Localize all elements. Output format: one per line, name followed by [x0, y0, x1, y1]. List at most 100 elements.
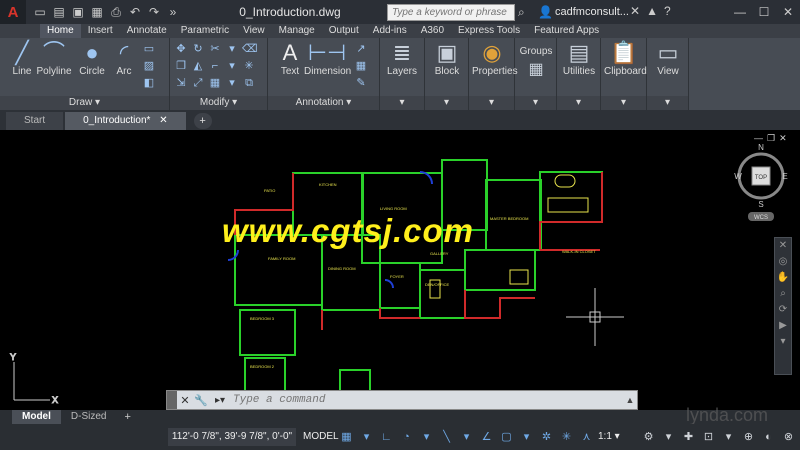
isolate-objects-icon[interactable]: ◐ — [760, 428, 777, 446]
tab-output[interactable]: Output — [322, 24, 366, 38]
new-icon[interactable]: ▭ — [32, 4, 48, 20]
showmotion-icon[interactable]: ▶ — [775, 318, 791, 334]
command-input[interactable] — [231, 392, 623, 408]
utilities-dropdown-icon[interactable]: ▾ — [557, 96, 600, 110]
help-icon[interactable]: ? — [664, 4, 671, 18]
tab-current-drawing[interactable]: 0_Introduction* ✕ — [65, 112, 186, 130]
binoculars-icon[interactable]: ⌕ — [518, 5, 525, 20]
save-icon[interactable]: ▣ — [70, 4, 86, 20]
plot-icon[interactable]: ⎙ — [108, 4, 124, 20]
command-close-icon[interactable]: ✕ — [177, 394, 193, 407]
close-icon[interactable]: ✕ — [776, 0, 800, 24]
tab-manage[interactable]: Manage — [272, 24, 322, 38]
drawing-area[interactable]: Y X PATIO KITCHEN LIVING ROOM FAMILY ROO… — [0, 130, 800, 409]
groups-dropdown-icon[interactable]: ▾ — [515, 96, 556, 110]
coordinates-display[interactable]: 112'-0 7/8", 39'-9 7/8", 0'-0" — [168, 428, 296, 446]
dimension-button[interactable]: ⊢⊣ Dimension — [304, 40, 351, 77]
pan-icon[interactable]: ✋ — [775, 270, 791, 286]
minimize-icon[interactable]: — — [728, 0, 752, 24]
groups-panel[interactable]: Groups ▦ ▾ — [515, 38, 557, 110]
rectangle-icon[interactable]: ▭ — [142, 42, 156, 56]
open-icon[interactable]: ▤ — [51, 4, 67, 20]
mark-icon[interactable]: ✎ — [354, 76, 368, 90]
application-menu-button[interactable]: A — [0, 0, 26, 24]
tab-annotate[interactable]: Annotate — [120, 24, 174, 38]
tab-insert[interactable]: Insert — [81, 24, 120, 38]
plus-icon[interactable]: ✚ — [680, 428, 697, 446]
tab-parametric[interactable]: Parametric — [174, 24, 236, 38]
viewport-restore-icon[interactable]: ❐ — [767, 133, 775, 144]
object-snap-icon[interactable]: ▢ — [498, 428, 515, 446]
redo-icon[interactable]: ↷ — [146, 4, 162, 20]
clipboard-button[interactable]: 📋 Clipboard — [604, 40, 647, 77]
steering-wheel-icon[interactable]: ◎ — [775, 254, 791, 270]
clipboard-dropdown-icon[interactable]: ▾ — [601, 96, 646, 110]
exchange-icon[interactable]: ✕ — [630, 4, 640, 18]
explode-icon[interactable]: ✳ — [242, 59, 256, 73]
user-name[interactable]: cadfmconsult... — [555, 6, 629, 18]
scale-icon[interactable]: ⤢ — [191, 76, 205, 90]
tab-view[interactable]: View — [236, 24, 272, 38]
properties-button[interactable]: ◉ Properties — [472, 40, 518, 77]
move-icon[interactable]: ✥ — [174, 42, 188, 56]
block-panel[interactable]: ▣ Block ▾ — [425, 38, 469, 110]
hatch-icon[interactable]: ▨ — [142, 59, 156, 73]
table-icon[interactable]: ▦ — [354, 59, 368, 73]
gear-dropdown-icon[interactable]: ▾ — [660, 428, 677, 446]
annotation-scale[interactable]: 1:1 ▾ — [598, 428, 620, 446]
tab-d-sized[interactable]: D-Sized — [61, 410, 117, 424]
viewport-close-icon[interactable]: ✕ — [779, 133, 787, 144]
model-space-button[interactable]: MODEL — [300, 428, 342, 446]
polar-dropdown-icon[interactable]: ▾ — [418, 428, 435, 446]
a360-icon[interactable]: ▲ — [646, 4, 658, 18]
new-layout-button[interactable]: + — [116, 410, 138, 424]
arc-button[interactable]: ◜ Arc — [104, 40, 144, 77]
draw-panel-title[interactable]: Draw ▾ — [0, 96, 169, 110]
object-snap-tracking-icon[interactable]: ∠ — [478, 428, 495, 446]
new-tab-button[interactable]: + — [193, 113, 212, 129]
viewport-minimize-icon[interactable]: — — [754, 133, 763, 144]
annotation-scale-icon[interactable]: ⋏ — [578, 428, 595, 446]
layers-dropdown-icon[interactable]: ▾ — [380, 96, 424, 110]
close-tab-icon[interactable]: ✕ — [159, 115, 167, 126]
tab-a360[interactable]: A360 — [414, 24, 451, 38]
gradient-icon[interactable]: ◧ — [142, 76, 156, 90]
rotate-icon[interactable]: ↻ — [191, 42, 205, 56]
modify-dropdown-icon[interactable]: ▾ — [225, 42, 239, 56]
object-snap-dropdown-icon[interactable]: ▾ — [518, 428, 535, 446]
workspace-dropdown-icon[interactable]: ▾ — [720, 428, 737, 446]
gear-icon[interactable]: ⚙ — [640, 428, 657, 446]
grid-icon[interactable]: ▦ — [338, 428, 355, 446]
tab-express-tools[interactable]: Express Tools — [451, 24, 527, 38]
fillet-dropdown-icon[interactable]: ▾ — [225, 59, 239, 73]
workspace-icon[interactable]: ⊡ — [700, 428, 717, 446]
tab-model[interactable]: Model — [12, 410, 61, 424]
qat-more-icon[interactable]: » — [165, 4, 181, 20]
tab-home[interactable]: Home — [40, 24, 81, 38]
command-grip-handle[interactable] — [167, 391, 177, 409]
stretch-icon[interactable]: ⇲ — [174, 76, 188, 90]
layers-button[interactable]: ≣ Layers — [382, 40, 422, 77]
block-button[interactable]: ▣ Block — [427, 40, 467, 77]
user-icon[interactable]: 👤 — [538, 5, 553, 19]
annotation-visibility-icon[interactable]: ✲ — [538, 428, 555, 446]
layers-panel[interactable]: ≣ Layers ▾ — [380, 38, 425, 110]
isodraft-dropdown-icon[interactable]: ▾ — [458, 428, 475, 446]
view-button[interactable]: ▭ View — [648, 40, 688, 77]
save-as-icon[interactable]: ▦ — [89, 4, 105, 20]
maximize-icon[interactable]: ☐ — [752, 0, 776, 24]
tab-add-ins[interactable]: Add-ins — [366, 24, 414, 38]
snap-icon[interactable]: ▾ — [358, 428, 375, 446]
zoom-icon[interactable]: ⌕ — [775, 286, 791, 302]
utilities-panel[interactable]: ▤ Utilities ▾ — [557, 38, 601, 110]
nav-more-icon[interactable]: ▾ — [775, 334, 791, 350]
auto-scale-icon[interactable]: ✳ — [558, 428, 575, 446]
polar-icon[interactable]: ◔ — [398, 428, 415, 446]
trim-icon[interactable]: ✂ — [208, 42, 222, 56]
polyline-button[interactable]: ⌒ Polyline — [34, 40, 74, 77]
view-dropdown-icon[interactable]: ▾ — [647, 96, 688, 110]
view-panel[interactable]: ▭ View ▾ — [647, 38, 689, 110]
tab-featured-apps[interactable]: Featured Apps — [527, 24, 606, 38]
lock-ui-icon[interactable]: ⊕ — [740, 428, 757, 446]
copy-icon[interactable]: ❐ — [174, 59, 188, 73]
